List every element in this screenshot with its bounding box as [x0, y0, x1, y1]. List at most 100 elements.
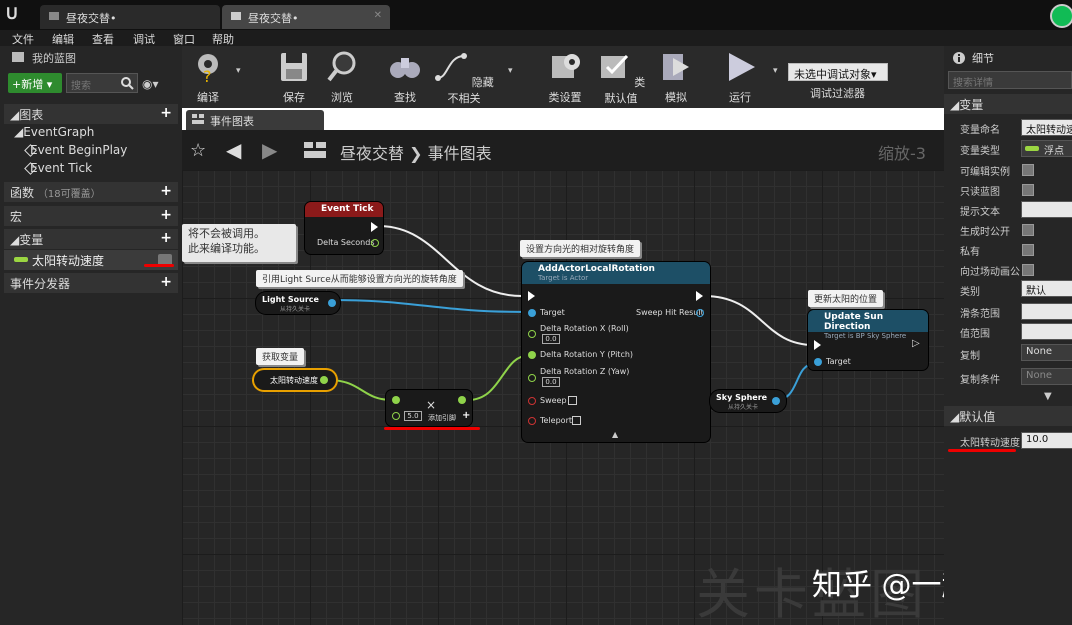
float-pin-dot[interactable]: [371, 239, 379, 247]
cinematic-checkbox[interactable]: [1022, 264, 1034, 276]
source-control-icon[interactable]: [1050, 4, 1072, 28]
tab-event-graph[interactable]: 事件图表: [186, 110, 324, 130]
menu-file[interactable]: 文件: [12, 31, 34, 47]
sidebar-item-eventgraph[interactable]: ◢EventGraph: [4, 124, 178, 142]
float-pin-dot[interactable]: [392, 412, 400, 420]
add-function-icon[interactable]: +: [160, 183, 172, 199]
sky-sphere-node[interactable]: Sky Sphere 从持久关卡: [710, 390, 786, 412]
sweep-checkbox[interactable]: [568, 396, 577, 405]
value-range-field[interactable]: [1021, 323, 1072, 340]
favorite-star-icon[interactable]: ☆: [190, 140, 206, 161]
comment-ref-light[interactable]: 引用Light Surce从而能够设置方向光的旋转角度: [256, 270, 463, 287]
float-pin-dot[interactable]: [528, 330, 536, 338]
slider-range-field[interactable]: [1021, 303, 1072, 320]
menu-help[interactable]: 帮助: [212, 31, 234, 47]
float-pin-dot[interactable]: [528, 374, 536, 382]
add-graph-icon[interactable]: +: [160, 105, 172, 121]
multiply-node[interactable]: × 5.0 添加引脚 +: [386, 390, 472, 426]
variables-section[interactable]: ◢变量 +: [4, 229, 178, 249]
browse-button[interactable]: 浏览: [322, 50, 362, 105]
teleport-checkbox[interactable]: [572, 416, 581, 425]
sidebar-item-beginplay[interactable]: Event BeginPlay: [4, 142, 178, 160]
variable-getter-node[interactable]: 太阳转动速度: [254, 370, 336, 390]
target-pin-dot[interactable]: [814, 358, 822, 366]
functions-section[interactable]: 函数 （18可覆盖） +: [4, 182, 178, 202]
default-var-value[interactable]: 10.0: [1021, 432, 1072, 449]
replication-dropdown[interactable]: None: [1021, 344, 1072, 361]
tooltip-field[interactable]: [1021, 201, 1072, 218]
simulate-button[interactable]: 模拟: [656, 50, 696, 105]
exec-in-pin[interactable]: [814, 340, 821, 350]
menu-edit[interactable]: 编辑: [52, 31, 74, 47]
menu-window[interactable]: 窗口: [173, 31, 195, 47]
comment-get-var[interactable]: 获取变量: [256, 348, 305, 365]
dispatchers-section[interactable]: 事件分发器 +: [4, 273, 178, 293]
event-tick-node[interactable]: Event Tick Delta Seconds: [305, 202, 383, 254]
rotation-z-value[interactable]: 0.0: [542, 377, 560, 387]
light-source-node[interactable]: Light Source 从持久关卡: [256, 292, 340, 314]
debug-object-dropdown[interactable]: 未选中调试对象▾: [788, 63, 888, 81]
multiply-value[interactable]: 5.0: [404, 411, 422, 421]
menu-view[interactable]: 查看: [92, 31, 114, 47]
add-new-button[interactable]: +新增 ▾: [8, 73, 62, 93]
defaults-section[interactable]: ◢默认值: [944, 406, 1072, 426]
compile-button[interactable]: ? 编译: [188, 50, 228, 105]
exec-out-pin[interactable]: [696, 291, 703, 301]
warning-comment[interactable]: 将不会被调用。 此来编译功能。: [182, 224, 296, 262]
exec-out-pin[interactable]: [371, 222, 378, 232]
hit-result-dot[interactable]: [696, 309, 704, 317]
menu-debug[interactable]: 调试: [133, 31, 155, 47]
expose-checkbox[interactable]: [1022, 224, 1034, 236]
variable-section[interactable]: ◢变量: [944, 94, 1072, 114]
float-pin-dot[interactable]: [320, 376, 328, 384]
delta-seconds-pin[interactable]: Delta Seconds: [317, 238, 375, 247]
float-pin-dot[interactable]: [392, 396, 400, 404]
play-dropdown-icon[interactable]: ▾: [773, 66, 778, 76]
advanced-expand-icon[interactable]: ▼: [1044, 391, 1052, 402]
save-button[interactable]: 保存: [274, 50, 314, 105]
target-pin-dot[interactable]: [528, 309, 536, 317]
hide-dropdown-icon[interactable]: ▾: [508, 66, 513, 76]
variable-item[interactable]: 太阳转动速度: [4, 250, 178, 270]
add-macro-icon[interactable]: +: [160, 207, 172, 223]
sidebar-item-tick[interactable]: Event Tick: [4, 160, 178, 178]
add-rotation-node[interactable]: AddActorLocalRotation Target is Actor Ta…: [522, 262, 710, 442]
editable-checkbox[interactable]: [1022, 164, 1034, 176]
graph-section[interactable]: ◢图表 +: [4, 104, 178, 124]
add-variable-icon[interactable]: +: [160, 230, 172, 246]
update-sun-node[interactable]: Update Sun Direction Target is BP Sky Sp…: [808, 310, 928, 370]
compile-dropdown-icon[interactable]: ▾: [236, 66, 241, 76]
eye-icon[interactable]: ◉▾: [142, 77, 168, 91]
rotation-x-value[interactable]: 0.0: [542, 334, 560, 344]
add-dispatcher-icon[interactable]: +: [160, 274, 172, 290]
readonly-checkbox[interactable]: [1022, 184, 1034, 196]
expand-arrow-icon[interactable]: ▲: [612, 430, 618, 439]
tab-day-night-active[interactable]: 昼夜交替• ✕: [222, 5, 390, 29]
search-icon[interactable]: [120, 76, 134, 90]
object-pin-dot[interactable]: [328, 299, 336, 307]
hide-unrelated-button[interactable]: 隐藏不相关: [433, 50, 495, 106]
class-settings-button[interactable]: 类设置: [545, 50, 585, 105]
class-defaults-button[interactable]: 类默认值: [596, 50, 646, 106]
macros-section[interactable]: 宏 +: [4, 206, 178, 226]
find-button[interactable]: 查找: [385, 50, 425, 105]
bool-pin-dot[interactable]: [528, 397, 536, 405]
object-pin-dot[interactable]: [772, 397, 780, 405]
comment-update-sun[interactable]: 更新太阳的位置: [808, 290, 884, 307]
float-pin-dot[interactable]: [528, 351, 536, 359]
tab-day-night-inactive[interactable]: 昼夜交替•: [40, 5, 220, 29]
rep-condition-dropdown[interactable]: None: [1021, 368, 1072, 385]
private-checkbox[interactable]: [1022, 244, 1034, 256]
bool-pin-dot[interactable]: [528, 417, 536, 425]
var-name-field[interactable]: 太阳转动速度: [1021, 119, 1072, 136]
back-arrow-icon[interactable]: ◀: [226, 138, 241, 162]
float-pin-dot[interactable]: [458, 396, 466, 404]
comment-set-rotation[interactable]: 设置方向光的相对旋转角度: [520, 240, 641, 257]
forward-arrow-icon[interactable]: ▶: [262, 138, 277, 162]
category-dropdown[interactable]: 默认: [1021, 280, 1072, 297]
exec-in-pin[interactable]: [528, 291, 535, 301]
add-pin-label[interactable]: 添加引脚: [428, 413, 456, 423]
play-button[interactable]: 运行: [720, 50, 760, 105]
exec-out-pin[interactable]: ▷: [912, 338, 920, 349]
add-pin-icon[interactable]: +: [462, 410, 470, 421]
